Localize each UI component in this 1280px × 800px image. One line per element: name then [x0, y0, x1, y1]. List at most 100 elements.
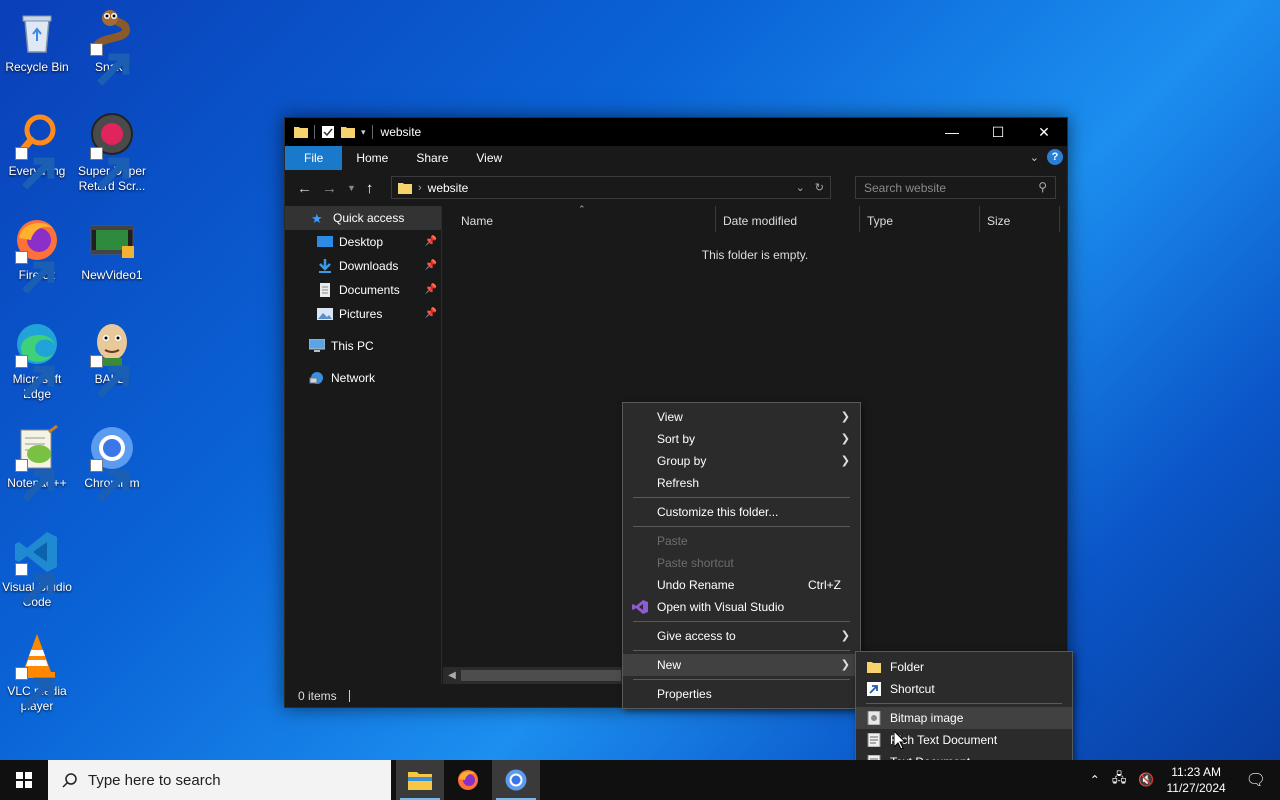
- taskbar-search-input[interactable]: Type here to search: [88, 772, 221, 789]
- address-bar[interactable]: › website ⌄ ↻: [391, 176, 831, 199]
- minimize-button[interactable]: —: [929, 118, 975, 146]
- empty-folder-message: This folder is empty.: [701, 248, 809, 262]
- column-divider[interactable]: [979, 206, 980, 232]
- address-row: ← → ▼ ↑ › website ⌄ ↻ Search website ⚲: [285, 170, 1067, 206]
- new-folder-icon[interactable]: [341, 126, 355, 138]
- submenu-item-rich-text-document[interactable]: Rich Text Document: [856, 729, 1072, 751]
- maximize-button[interactable]: ☐: [975, 118, 1021, 146]
- column-divider[interactable]: [859, 206, 860, 232]
- close-button[interactable]: ✕: [1021, 118, 1067, 146]
- desktop-icon-super-duper[interactable]: Super Duper Retard Scr...: [74, 112, 150, 194]
- menu-separator: [633, 650, 850, 651]
- network-status-icon[interactable]: 🖧: [1112, 769, 1127, 791]
- address-dropdown-chevron-icon[interactable]: ⌄: [796, 181, 805, 194]
- menu-item-customize-folder[interactable]: Customize this folder...: [623, 501, 860, 523]
- help-icon[interactable]: ?: [1047, 149, 1063, 165]
- desktop-icon-vscode[interactable]: Visual Studio Code: [0, 528, 75, 610]
- column-header-type[interactable]: Type: [861, 212, 893, 230]
- new-submenu: Folder Shortcut Bitmap image Rich Text D…: [855, 651, 1073, 777]
- up-arrow-icon[interactable]: ↑: [366, 180, 374, 197]
- shortcut-arrow-icon: [90, 459, 130, 502]
- column-header-name[interactable]: Name: [455, 212, 493, 230]
- nav-item-network[interactable]: Network: [285, 366, 441, 390]
- nav-item-quick-access[interactable]: ★ Quick access: [285, 206, 441, 230]
- submenu-item-folder[interactable]: Folder: [856, 656, 1072, 678]
- baldi-face-icon: [88, 320, 136, 398]
- mouse-cursor-icon: [894, 731, 906, 750]
- ribbon-right-controls: ⌄ ?: [1030, 149, 1063, 165]
- scrollbar-thumb[interactable]: [461, 670, 621, 681]
- desktop-icon-recycle-bin[interactable]: Recycle Bin: [0, 8, 75, 75]
- menu-item-label: Properties: [657, 687, 712, 701]
- taskbar-firefox[interactable]: [444, 760, 492, 800]
- menu-item-undo-rename[interactable]: Undo Rename Ctrl+Z: [623, 574, 860, 596]
- tab-share[interactable]: Share: [402, 146, 462, 170]
- customize-toolbar-chevron-icon[interactable]: ▾: [361, 127, 366, 138]
- forward-arrow-icon[interactable]: →: [322, 180, 337, 197]
- clock[interactable]: 11:23 AM 11/27/2024: [1167, 764, 1226, 796]
- nav-item-this-pc[interactable]: This PC: [285, 334, 441, 358]
- tab-view[interactable]: View: [462, 146, 516, 170]
- pin-icon[interactable]: 📌: [425, 308, 437, 319]
- search-box[interactable]: Search website ⚲: [855, 176, 1056, 199]
- submenu-item-shortcut[interactable]: Shortcut: [856, 678, 1072, 700]
- pin-icon[interactable]: 📌: [425, 284, 437, 295]
- folder-icon: [398, 182, 412, 194]
- column-divider[interactable]: [1059, 206, 1060, 232]
- menu-item-open-with-visual-studio[interactable]: Open with Visual Studio: [623, 596, 860, 618]
- pin-icon[interactable]: 📌: [425, 260, 437, 271]
- taskbar-search-box[interactable]: Type here to search: [48, 760, 391, 800]
- horizontal-scrollbar[interactable]: ◀: [443, 667, 623, 684]
- menu-item-label: Customize this folder...: [657, 505, 779, 519]
- taskbar-chromium[interactable]: [492, 760, 540, 800]
- column-header-date-modified[interactable]: Date modified: [717, 212, 797, 230]
- search-input[interactable]: Search website: [864, 181, 946, 195]
- menu-item-properties[interactable]: Properties: [623, 683, 860, 705]
- taskbar-file-explorer[interactable]: [396, 760, 444, 800]
- menu-item-group-by[interactable]: Group by ❯: [623, 450, 860, 472]
- menu-item-label: Sort by: [657, 432, 696, 446]
- nav-item-downloads[interactable]: Downloads 📌: [285, 254, 441, 278]
- start-button[interactable]: [0, 760, 48, 800]
- tab-file[interactable]: File: [285, 146, 343, 170]
- desktop-icon-chromium[interactable]: Chromium: [74, 424, 150, 502]
- network-icon: [309, 372, 323, 384]
- nav-item-documents[interactable]: Documents 📌: [285, 278, 441, 302]
- folder-icon: [294, 127, 308, 138]
- desktop-icon-edge[interactable]: Microsoft Edge: [0, 320, 75, 402]
- desktop-icon-everything[interactable]: Everything: [0, 112, 75, 190]
- breadcrumb-chevron-icon[interactable]: ›: [418, 182, 422, 194]
- menu-item-view[interactable]: View ❯: [623, 406, 860, 428]
- desktop-icon-vlc[interactable]: VLC media player: [0, 632, 75, 714]
- menu-item-refresh[interactable]: Refresh: [623, 472, 860, 494]
- refresh-icon[interactable]: ↻: [815, 181, 824, 194]
- menu-item-new[interactable]: New ❯: [623, 654, 860, 676]
- expand-ribbon-chevron-icon[interactable]: ⌄: [1030, 151, 1039, 164]
- column-divider[interactable]: [715, 206, 716, 232]
- title-bar[interactable]: ▾ website — ☐ ✕: [285, 118, 1067, 146]
- pin-icon[interactable]: 📌: [425, 236, 437, 247]
- tab-home[interactable]: Home: [342, 146, 402, 170]
- desktop-icon-baldi[interactable]: BALDI: [74, 320, 150, 398]
- menu-item-give-access-to[interactable]: Give access to ❯: [623, 625, 860, 647]
- show-hidden-icons-chevron-icon[interactable]: ⌃: [1090, 773, 1100, 787]
- windows-logo-icon: [16, 772, 32, 788]
- column-header-size[interactable]: Size: [981, 212, 1010, 230]
- file-explorer-icon: [408, 772, 432, 790]
- nav-item-desktop[interactable]: Desktop 📌: [285, 230, 441, 254]
- notifications-icon[interactable]: 🗨: [1246, 770, 1266, 790]
- volume-muted-icon[interactable]: 🔇: [1138, 772, 1154, 788]
- breadcrumb-current[interactable]: website: [428, 181, 469, 195]
- recent-locations-chevron-icon[interactable]: ▼: [347, 183, 356, 193]
- back-arrow-icon[interactable]: ←: [297, 180, 312, 197]
- desktop-icon-firefox[interactable]: Firefox: [0, 216, 75, 294]
- submenu-item-bitmap-image[interactable]: Bitmap image: [856, 707, 1072, 729]
- desktop-icon-snake[interactable]: Snake: [74, 8, 150, 86]
- desktop-icon-notepadpp[interactable]: Notepad++: [0, 424, 75, 502]
- desktop-icon-newvideo1[interactable]: NewVideo1: [74, 216, 150, 283]
- scroll-left-arrow-icon[interactable]: ◀: [443, 670, 461, 681]
- properties-icon[interactable]: [321, 126, 335, 138]
- menu-item-sort-by[interactable]: Sort by ❯: [623, 428, 860, 450]
- nav-item-pictures[interactable]: Pictures 📌: [285, 302, 441, 326]
- shortcut-arrow-icon: [15, 355, 55, 398]
